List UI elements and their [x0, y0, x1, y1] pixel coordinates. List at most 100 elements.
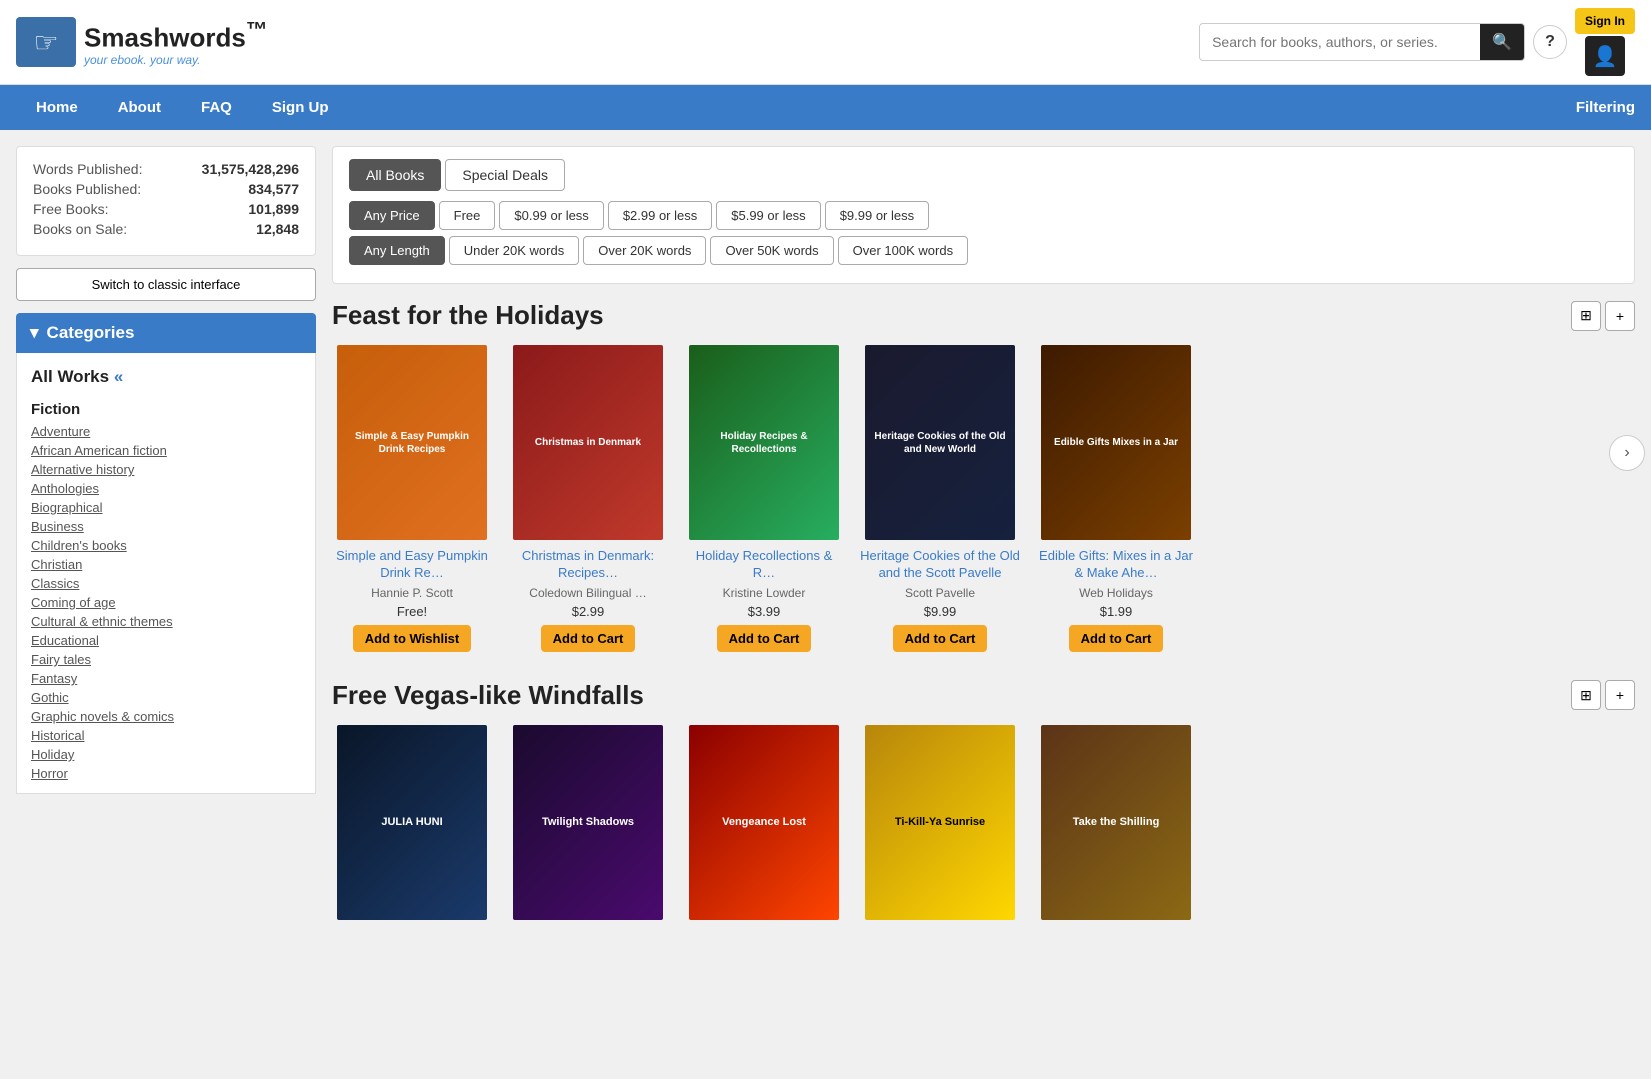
cat-fantasy[interactable]: Fantasy [17, 669, 315, 688]
sidebar: Words Published: 31,575,428,296 Books Pu… [16, 146, 316, 956]
tab-all-books[interactable]: All Books [349, 159, 441, 191]
free-vegas-section: Free Vegas-like Windfalls ⊞ + JULIA HUNI… [332, 680, 1635, 928]
user-icon-button[interactable]: 👤 [1585, 36, 1625, 76]
book-title[interactable]: Holiday Recollections & R… [684, 548, 844, 582]
cat-classics[interactable]: Classics [17, 574, 315, 593]
logo-icon [16, 17, 76, 67]
logo-title: Smashwords™ [84, 17, 267, 54]
logo-text: Smashwords™ your ebook. your way. [84, 17, 267, 68]
add-to-cart-button[interactable]: Add to Cart [717, 625, 812, 652]
price-299[interactable]: $2.99 or less [608, 201, 712, 230]
book-title[interactable]: Simple and Easy Pumpkin Drink Re… [332, 548, 492, 582]
logo-tm: ™ [246, 17, 268, 42]
search-input[interactable] [1200, 26, 1480, 58]
cat-african-american[interactable]: African American fiction [17, 441, 315, 460]
cat-childrens-books[interactable]: Children's books [17, 536, 315, 555]
categories-list: All Works « Fiction Adventure African Am… [16, 353, 316, 794]
cat-business[interactable]: Business [17, 517, 315, 536]
book-title[interactable]: Heritage Cookies of the Old and the Scot… [860, 548, 1020, 582]
book-price: $2.99 [572, 604, 605, 619]
section-add-btn[interactable]: + [1605, 301, 1635, 331]
book-title[interactable]: Edible Gifts: Mixes in a Jar & Make Ahe… [1036, 548, 1196, 582]
price-free[interactable]: Free [439, 201, 496, 230]
books-row-feast: Simple & Easy Pumpkin Drink Recipes Simp… [332, 345, 1635, 652]
book-cover: Vengeance Lost [689, 725, 839, 920]
section-list-view-btn-2[interactable]: ⊞ [1571, 680, 1601, 710]
book-author: Coledown Bilingual … [529, 586, 646, 600]
logo-area: Smashwords™ your ebook. your way. [16, 17, 267, 68]
book-cover: Christmas in Denmark [513, 345, 663, 540]
filter-section: All Books Special Deals Any Price Free $… [332, 146, 1635, 284]
add-to-wishlist-button[interactable]: Add to Wishlist [353, 625, 472, 652]
nav-about[interactable]: About [98, 85, 181, 130]
cat-gothic[interactable]: Gothic [17, 688, 315, 707]
categories-header: ▾ Categories [16, 313, 316, 353]
section-header-vegas: Free Vegas-like Windfalls ⊞ + [332, 680, 1635, 711]
price-999[interactable]: $9.99 or less [825, 201, 929, 230]
price-099[interactable]: $0.99 or less [499, 201, 603, 230]
search-button[interactable]: 🔍 [1480, 24, 1524, 60]
book-card: JULIA HUNI [332, 725, 492, 928]
book-cover: Holiday Recipes & Recollections [689, 345, 839, 540]
book-title[interactable]: Christmas in Denmark: Recipes… [508, 548, 668, 582]
cat-educational[interactable]: Educational [17, 631, 315, 650]
cat-adventure[interactable]: Adventure [17, 422, 315, 441]
cat-anthologies[interactable]: Anthologies [17, 479, 315, 498]
book-author: Scott Pavelle [905, 586, 975, 600]
carousel-next-button[interactable]: › [1609, 435, 1645, 471]
nav-faq[interactable]: FAQ [181, 85, 252, 130]
book-cover: Twilight Shadows [513, 725, 663, 920]
nav-bar: Home About FAQ Sign Up Filtering [0, 85, 1651, 130]
length-over100k[interactable]: Over 100K words [838, 236, 968, 265]
logo-name: Smashwords [84, 22, 246, 52]
add-to-cart-button[interactable]: Add to Cart [893, 625, 988, 652]
cat-alternative-history[interactable]: Alternative history [17, 460, 315, 479]
price-any[interactable]: Any Price [349, 201, 435, 230]
cat-horror[interactable]: Horror [17, 764, 315, 783]
cat-cultural-ethnic[interactable]: Cultural & ethnic themes [17, 612, 315, 631]
all-works[interactable]: All Works « [17, 363, 315, 391]
book-price: $3.99 [748, 604, 781, 619]
book-card: Simple & Easy Pumpkin Drink Recipes Simp… [332, 345, 492, 652]
section-controls-vegas: ⊞ + [1571, 680, 1635, 710]
cat-fairy-tales[interactable]: Fairy tales [17, 650, 315, 669]
all-works-link[interactable]: « [114, 367, 123, 386]
price-599[interactable]: $5.99 or less [716, 201, 820, 230]
length-any[interactable]: Any Length [349, 236, 445, 265]
book-card: Ti-Kill-Ya Sunrise [860, 725, 1020, 928]
nav-signup[interactable]: Sign Up [252, 85, 349, 130]
book-price: $1.99 [1100, 604, 1133, 619]
book-cover: Edible Gifts Mixes in a Jar [1041, 345, 1191, 540]
categories-chevron: ▾ [30, 323, 39, 343]
cat-historical[interactable]: Historical [17, 726, 315, 745]
section-add-btn-2[interactable]: + [1605, 680, 1635, 710]
stat-sale: Books on Sale: 12,848 [33, 221, 299, 237]
cat-biographical[interactable]: Biographical [17, 498, 315, 517]
signin-button[interactable]: Sign In [1575, 8, 1635, 34]
stats-box: Words Published: 31,575,428,296 Books Pu… [16, 146, 316, 256]
add-to-cart-button[interactable]: Add to Cart [541, 625, 636, 652]
add-to-cart-button[interactable]: Add to Cart [1069, 625, 1164, 652]
length-under20k[interactable]: Under 20K words [449, 236, 579, 265]
length-over20k[interactable]: Over 20K words [583, 236, 706, 265]
book-author: Web Holidays [1079, 586, 1153, 600]
section-title-feast: Feast for the Holidays [332, 300, 604, 331]
cat-holiday[interactable]: Holiday [17, 745, 315, 764]
section-title-vegas: Free Vegas-like Windfalls [332, 680, 644, 711]
book-cover: Take the Shilling [1041, 725, 1191, 920]
book-author: Hannie P. Scott [371, 586, 453, 600]
classic-interface-button[interactable]: Switch to classic interface [16, 268, 316, 301]
book-price: Free! [397, 604, 427, 619]
book-card: Heritage Cookies of the Old and New Worl… [860, 345, 1020, 652]
length-over50k[interactable]: Over 50K words [710, 236, 833, 265]
book-card: Twilight Shadows [508, 725, 668, 928]
help-button[interactable]: ? [1533, 25, 1567, 59]
length-filters: Any Length Under 20K words Over 20K word… [349, 236, 1618, 265]
cat-graphic-novels[interactable]: Graphic novels & comics [17, 707, 315, 726]
cat-christian[interactable]: Christian [17, 555, 315, 574]
nav-home[interactable]: Home [16, 85, 98, 130]
tab-special-deals[interactable]: Special Deals [445, 159, 565, 191]
section-list-view-btn[interactable]: ⊞ [1571, 301, 1601, 331]
book-author: Kristine Lowder [723, 586, 806, 600]
cat-coming-of-age[interactable]: Coming of age [17, 593, 315, 612]
